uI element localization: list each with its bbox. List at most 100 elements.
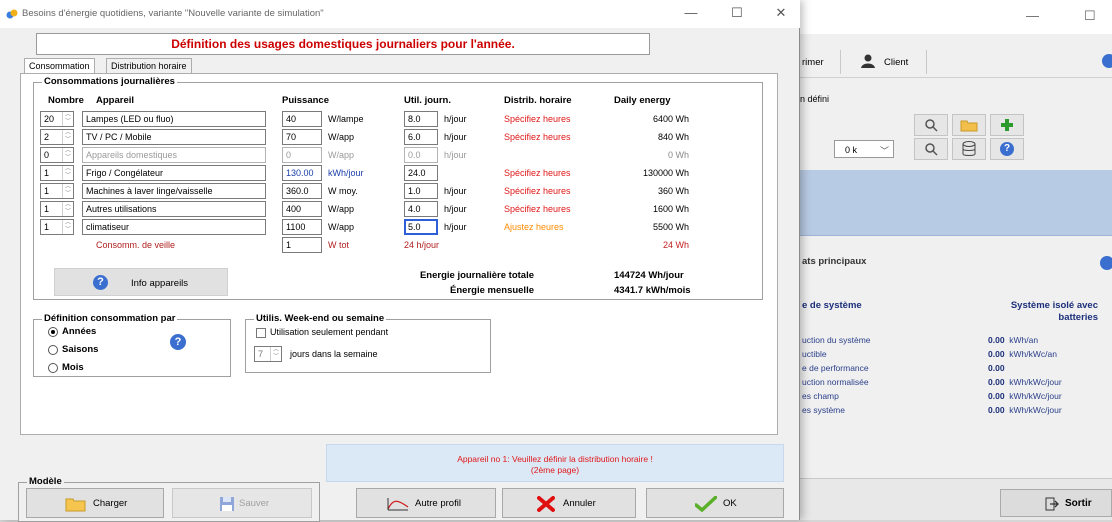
toolbar-separator — [840, 50, 841, 74]
power-input[interactable]: 130.00 — [282, 165, 322, 181]
quantity-stepper[interactable]: 1 ︿ ﹀ — [40, 201, 74, 217]
bg-minimize-button[interactable]: — — [1026, 8, 1039, 23]
appliance-name-input[interactable]: TV / PC / Mobile — [82, 129, 266, 145]
result-number: 0.00 — [988, 349, 1005, 359]
charger-button[interactable]: Charger — [26, 488, 164, 518]
quantity-stepper[interactable]: 20 ︿ ﹀ — [40, 111, 74, 127]
plus-icon — [1001, 119, 1013, 131]
power-input[interactable]: 1100 — [282, 219, 322, 235]
radio-dot — [48, 327, 58, 337]
appliance-name-input[interactable]: Autres utilisations — [82, 201, 266, 217]
power-input[interactable]: 70 — [282, 129, 322, 145]
result-label: uctible — [802, 349, 827, 359]
tab-distribution-horaire[interactable]: Distribution horaire — [106, 58, 192, 74]
hours-unit: h/jour — [444, 186, 467, 196]
appliance-name-input[interactable]: climatiseur — [82, 219, 266, 235]
power-input[interactable]: 0 — [282, 147, 322, 163]
autre-profil-button[interactable]: Autre profil — [356, 488, 496, 518]
result-number: 0.00 — [988, 405, 1005, 415]
hours-unit: h/jour — [444, 150, 467, 160]
hours-input[interactable]: 5.0 — [404, 219, 438, 235]
power-input[interactable]: 360.0 — [282, 183, 322, 199]
bg-database-button[interactable] — [952, 138, 986, 160]
header-appareil: Appareil — [96, 95, 135, 106]
radio-label: Mois — [62, 362, 84, 373]
result-number: 0.00 — [988, 377, 1005, 387]
bg-search-button-2[interactable] — [914, 138, 948, 160]
bg-combo-box[interactable]: 0 k ﹀ — [834, 140, 894, 158]
quantity-stepper[interactable]: 0 ︿ ﹀ — [40, 147, 74, 163]
profile-curve-icon — [387, 498, 409, 511]
app-icon — [6, 9, 18, 19]
hours-input[interactable]: 0.0 — [404, 147, 438, 163]
hourly-distribution-link[interactable]: Ajustez heures — [504, 222, 564, 232]
stepper-arrows-icon: ︿ ﹀ — [62, 148, 73, 162]
appliance-name-input[interactable]: Lampes (LED ou fluo) — [82, 111, 266, 127]
result-unit: kWh/kWc/jour — [1009, 391, 1062, 401]
quantity-stepper[interactable]: 1 ︿ ﹀ — [40, 165, 74, 181]
client-icon — [860, 53, 876, 69]
power-unit: W/lampe — [328, 114, 364, 124]
power-input[interactable]: 400 — [282, 201, 322, 217]
bg-add-button[interactable] — [990, 114, 1024, 136]
hours-input[interactable]: 8.0 — [404, 111, 438, 127]
undefined-text: n défini — [800, 94, 830, 104]
quantity-stepper[interactable]: 1 ︿ ﹀ — [40, 219, 74, 235]
result-number: 0.00 — [988, 335, 1005, 345]
quantity-value: 1 — [44, 222, 50, 232]
dialog-titlebar: Besoins d'énergie quotidiens, variante "… — [0, 0, 800, 28]
appliance-name-input[interactable]: Appareils domestiques — [82, 147, 266, 163]
hours-input[interactable]: 6.0 — [404, 129, 438, 145]
toolbar-print-button[interactable]: rimer — [802, 57, 824, 68]
hourly-distribution-link[interactable]: Spécifiez heures — [504, 132, 571, 142]
radio-dot — [48, 363, 58, 373]
stepper-arrows-icon: ︿ ﹀ — [62, 166, 73, 180]
standby-power-input[interactable]: 1 — [282, 237, 322, 253]
chevron-down-icon: ﹀ — [879, 146, 889, 156]
total-daily-value: 144724 Wh/jour — [614, 270, 684, 281]
bg-open-folder-button[interactable] — [952, 114, 986, 136]
quantity-stepper[interactable]: 2 ︿ ﹀ — [40, 129, 74, 145]
toolbar-separator — [926, 50, 927, 74]
annuler-button[interactable]: Annuler — [502, 488, 636, 518]
checkmark-icon — [695, 496, 717, 512]
hourly-distribution-link[interactable]: Spécifiez heures — [504, 114, 571, 124]
quantity-value: 1 — [44, 186, 50, 196]
quantity-stepper[interactable]: 1 ︿ ﹀ — [40, 183, 74, 199]
hours-unit: h/jour — [444, 222, 467, 232]
toolbar-client-button[interactable]: Client — [884, 57, 908, 68]
appliance-name-input[interactable]: Machines à laver linge/vaisselle — [82, 183, 266, 199]
weekend-checkbox[interactable] — [256, 328, 266, 338]
exit-button[interactable]: Sortir — [1000, 489, 1112, 517]
hourly-distribution-link[interactable]: Spécifiez heures — [504, 204, 571, 214]
daily-energy-value: 0 Wh — [667, 150, 689, 160]
power-input[interactable]: 40 — [282, 111, 322, 127]
sauver-button[interactable]: Sauver — [172, 488, 312, 518]
exit-button-label: Sortir — [1065, 498, 1092, 509]
days-per-week-stepper[interactable]: 7 ︿ ﹀ — [254, 346, 282, 362]
info-appareils-button[interactable]: ? Info appareils — [54, 268, 228, 296]
hourly-distribution-link[interactable]: Spécifiez heures — [504, 186, 571, 196]
quantity-value: 0 — [44, 150, 50, 160]
hourly-distribution-link[interactable]: Spécifiez heures — [504, 168, 571, 178]
hours-input[interactable]: 1.0 — [404, 183, 438, 199]
help-icon[interactable] — [1100, 256, 1112, 270]
hours-input[interactable]: 4.0 — [404, 201, 438, 217]
maximize-button[interactable]: ☐ — [722, 4, 752, 24]
help-icon[interactable]: ? — [170, 334, 186, 350]
quantity-value: 20 — [44, 114, 55, 124]
minimize-button[interactable]: — — [676, 4, 706, 24]
status-line-2: (2ème page) — [530, 465, 580, 475]
appliance-name-input[interactable]: Frigo / Congélateur — [82, 165, 266, 181]
close-button[interactable]: ✕ — [766, 4, 796, 24]
result-value: 0.00 kWh/kWc/jour — [988, 405, 1062, 415]
daily-energy-value: 360 Wh — [657, 186, 689, 196]
ok-button[interactable]: OK — [646, 488, 784, 518]
hours-input[interactable]: 24.0 — [404, 165, 438, 181]
modele-title: Modèle — [27, 476, 64, 487]
database-icon — [962, 141, 976, 156]
help-icon[interactable] — [1102, 54, 1112, 68]
bg-help-button[interactable]: ? — [990, 138, 1024, 160]
bg-search-button[interactable] — [914, 114, 948, 136]
bg-maximize-button[interactable]: ☐ — [1084, 8, 1096, 24]
